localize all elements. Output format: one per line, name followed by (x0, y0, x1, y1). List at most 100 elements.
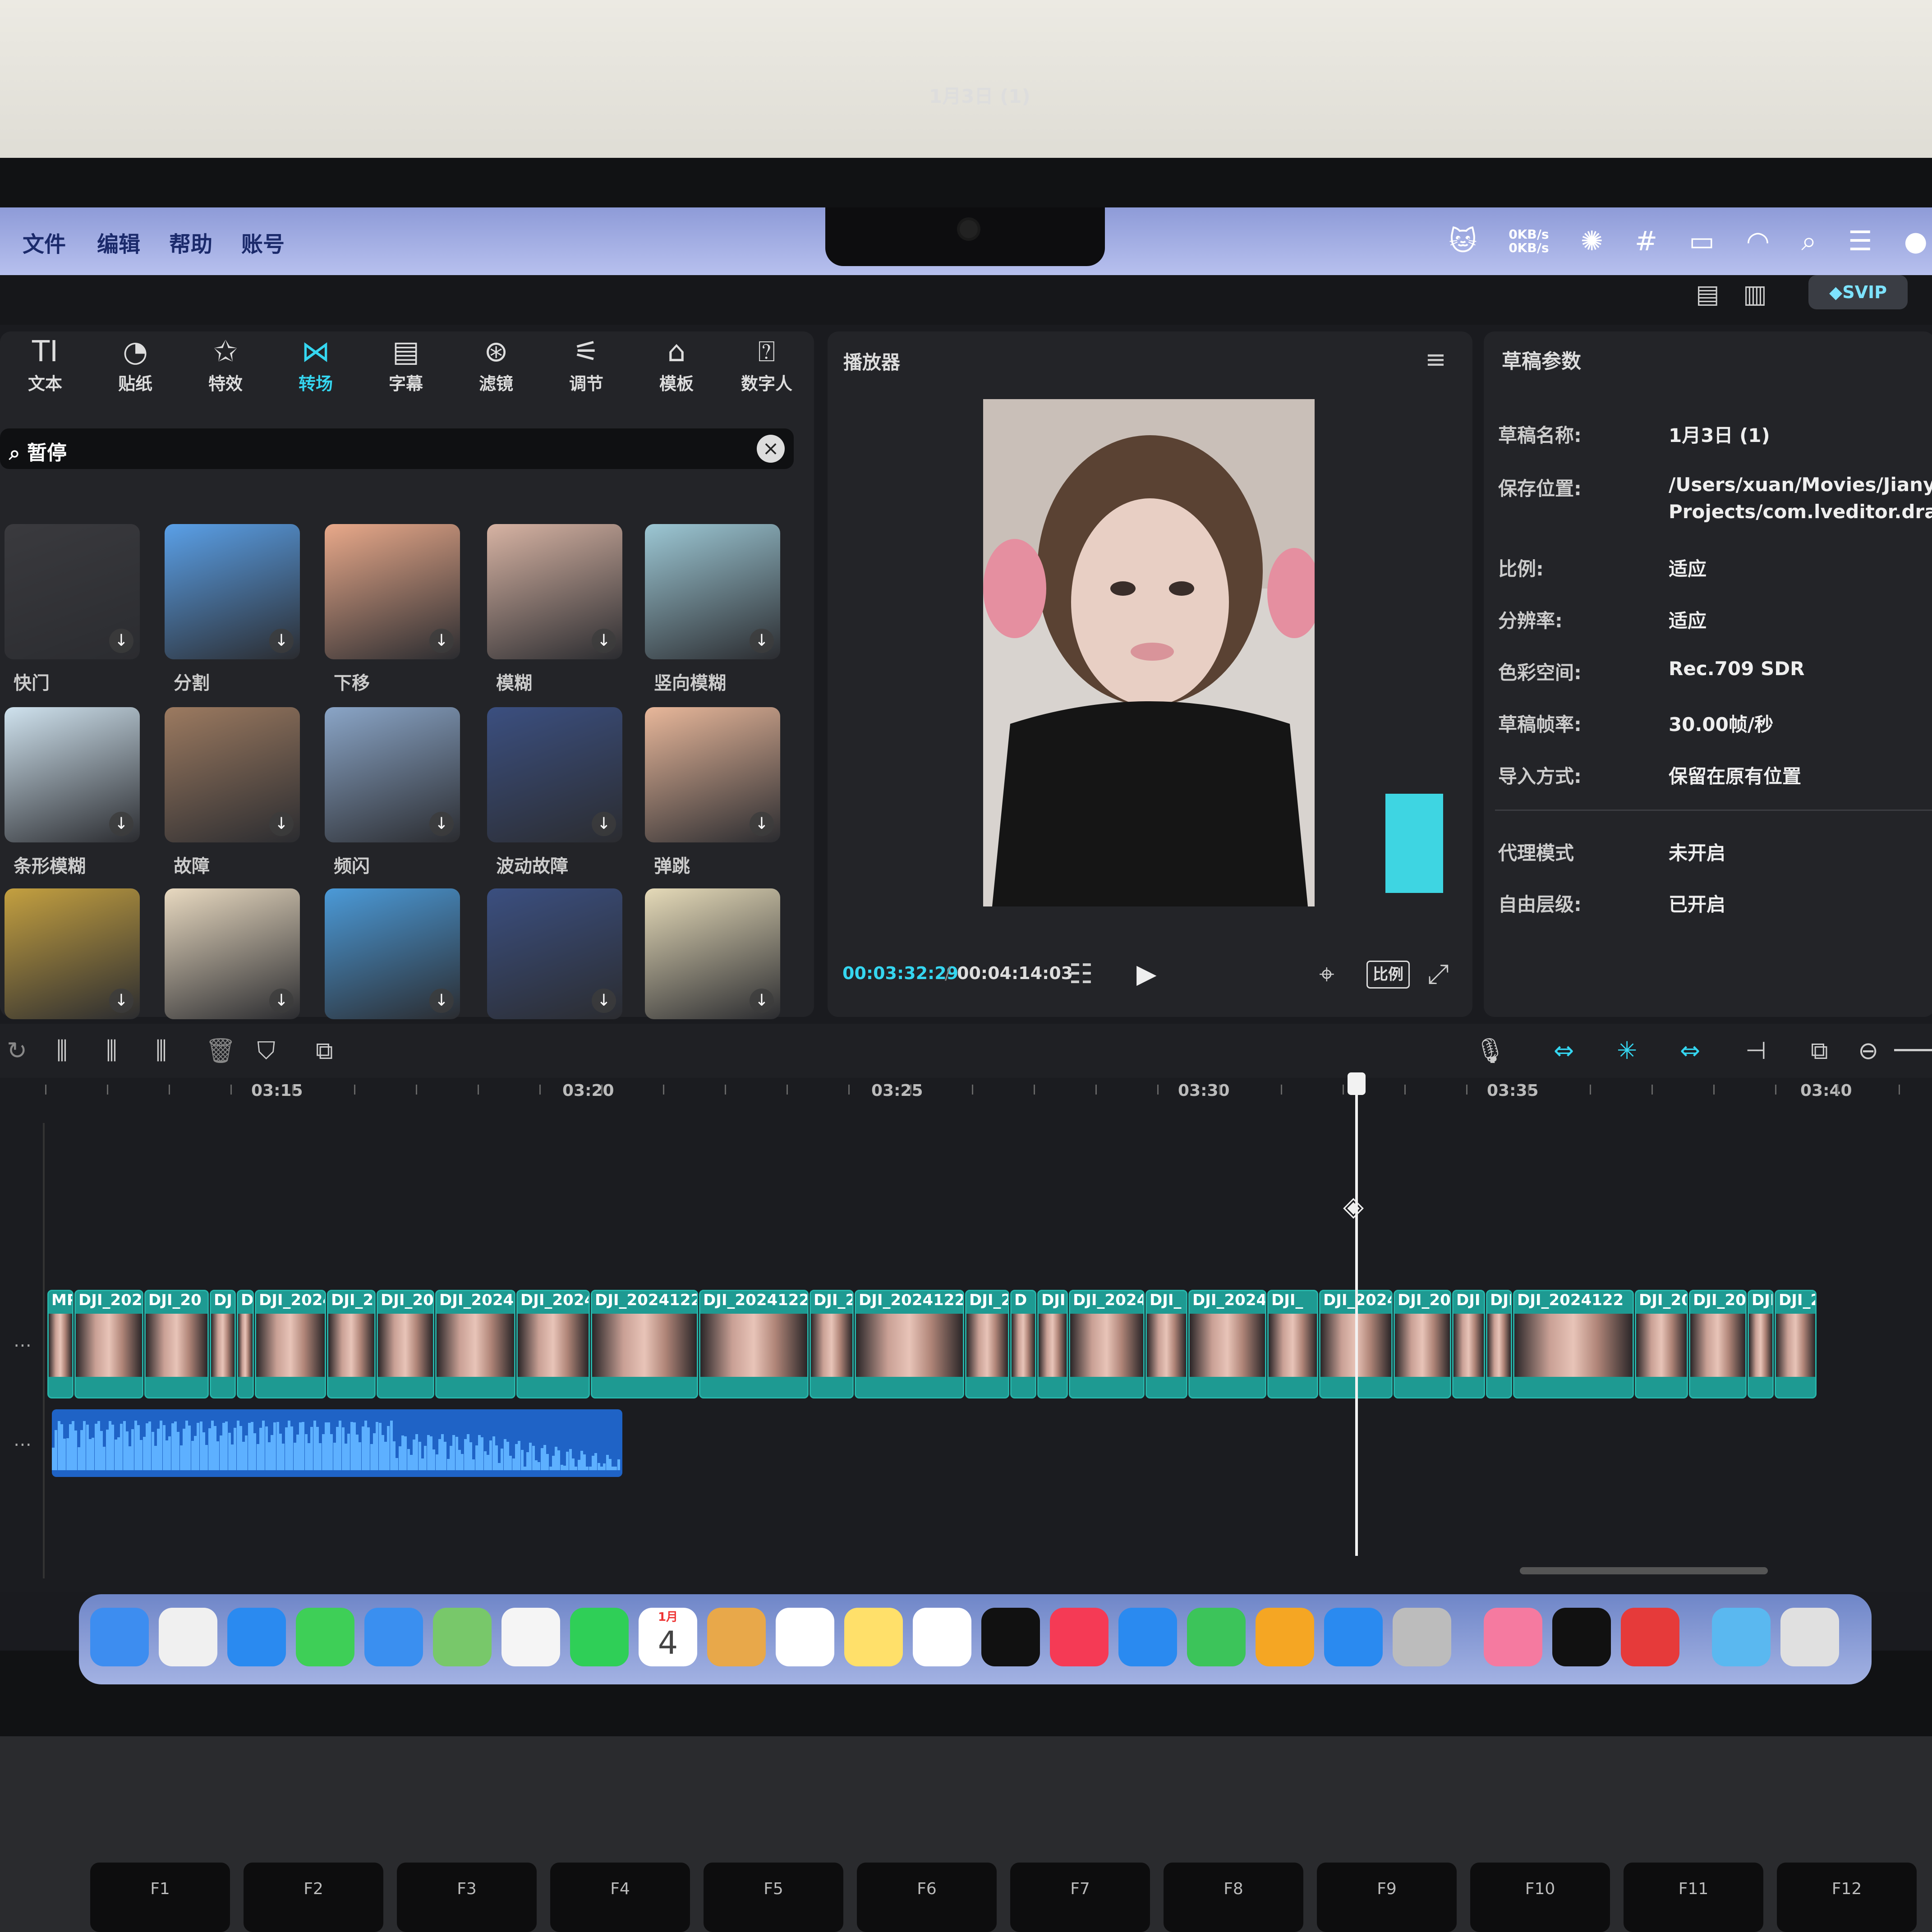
split-left-icon[interactable]: ⫼ (106, 1036, 117, 1065)
pages-icon[interactable] (1256, 1608, 1314, 1666)
video-clip[interactable]: MP (47, 1290, 74, 1398)
chatgpt-icon[interactable]: ✺ (1581, 225, 1603, 257)
play-icon[interactable]: ▶ (1136, 958, 1157, 989)
tab-adjust[interactable]: ⚟ 调节 (541, 334, 631, 415)
video-clip[interactable]: DJI_20 (377, 1290, 434, 1398)
function-key[interactable]: F12 (1777, 1863, 1917, 1932)
transition-thumb[interactable]: ↓ (325, 524, 460, 659)
video-clip[interactable]: DJI_ (1145, 1290, 1187, 1398)
appstore-icon[interactable] (1324, 1608, 1383, 1666)
tab-subtitle[interactable]: ▤ 字幕 (361, 334, 451, 415)
function-key[interactable]: F11 (1624, 1863, 1763, 1932)
safari-icon[interactable] (227, 1608, 286, 1666)
video-clip[interactable]: DJI_20 (1689, 1290, 1747, 1398)
function-key[interactable]: F9 (1317, 1863, 1457, 1932)
trash-icon[interactable] (1780, 1608, 1839, 1666)
siri-icon[interactable]: ● (1904, 225, 1927, 257)
function-key[interactable]: F1 (90, 1863, 230, 1932)
video-clip[interactable]: DJI (1037, 1290, 1068, 1398)
video-clip[interactable]: DJI_2 (810, 1290, 854, 1398)
link-icon[interactable]: ⇔ (1680, 1036, 1700, 1065)
transition-thumb[interactable]: ↓ (165, 524, 300, 659)
tab-transition[interactable]: ⋈ 转场 (271, 334, 361, 415)
video-clip[interactable]: DJI_20241225 (855, 1290, 964, 1398)
download-icon[interactable]: ↓ (429, 989, 454, 1013)
cat-icon[interactable]: 🐱 (1449, 225, 1477, 257)
layout-icon[interactable]: ▤ (1696, 280, 1720, 309)
download-icon[interactable]: ↓ (750, 812, 774, 836)
function-key[interactable]: F3 (397, 1863, 537, 1932)
function-key[interactable]: F8 (1164, 1863, 1303, 1932)
transition-thumb[interactable]: ↓ (487, 707, 622, 842)
search-bar[interactable]: ⌕ 暂停 × (0, 428, 794, 469)
video-clip[interactable]: DJI (1748, 1290, 1774, 1398)
preview-axis-icon[interactable]: ⊣ (1745, 1036, 1766, 1065)
search-input[interactable]: 暂停 (27, 442, 67, 465)
panel-layout-icon[interactable]: ▥ (1743, 280, 1767, 309)
fullscreen-icon[interactable]: ⤢ (1427, 958, 1449, 990)
function-key[interactable]: F6 (857, 1863, 997, 1932)
tab-sticker[interactable]: ◔ 贴纸 (90, 334, 180, 415)
audio-track-more-icon[interactable]: ⋯ (14, 1434, 32, 1455)
bilibili-icon[interactable] (1484, 1608, 1542, 1666)
timeline-scrollbar[interactable] (1520, 1567, 1768, 1574)
video-clip[interactable]: D (237, 1290, 254, 1398)
video-clip[interactable]: DJI_2024 (516, 1290, 590, 1398)
function-key[interactable]: F2 (244, 1863, 383, 1932)
video-clip[interactable]: DJI_2024 (255, 1290, 326, 1398)
transition-thumb[interactable]: ↓ (487, 524, 622, 659)
download-icon[interactable]: ↓ (269, 989, 294, 1013)
menu-account[interactable]: 账号 (241, 226, 285, 258)
netease-music-icon[interactable] (1621, 1608, 1679, 1666)
fit-screen-icon[interactable]: ⌖ (1319, 958, 1334, 990)
function-key[interactable]: F7 (1010, 1863, 1150, 1932)
video-clip[interactable]: DJI_2 (327, 1290, 376, 1398)
menu-help[interactable]: 帮助 (169, 226, 212, 258)
zoom-slider[interactable] (1894, 1049, 1932, 1051)
player-menu-icon[interactable]: ≡ (1425, 345, 1446, 374)
keyframe-diamond-icon[interactable]: ◈ (1343, 1191, 1364, 1222)
mail-icon[interactable] (364, 1608, 423, 1666)
video-clip[interactable]: DJI_2024122 (1513, 1290, 1634, 1398)
svip-badge[interactable]: ◆ SVIP (1808, 275, 1908, 309)
download-icon[interactable]: ↓ (429, 812, 454, 836)
download-icon[interactable]: ↓ (109, 989, 133, 1013)
download-icon[interactable]: ↓ (592, 629, 616, 653)
transition-thumb[interactable]: ↓ (5, 888, 140, 1019)
redo-icon[interactable]: ↻ (7, 1036, 27, 1065)
transition-thumb[interactable]: ↓ (645, 524, 780, 659)
hashtag-icon[interactable]: # (1635, 225, 1657, 257)
function-key[interactable]: F10 (1470, 1863, 1610, 1932)
video-clip[interactable]: DJI_20 (1394, 1290, 1451, 1398)
download-icon[interactable]: ↓ (269, 629, 294, 653)
menu-file[interactable]: 文件 (23, 226, 66, 258)
video-clip[interactable]: DJI_2024122 (591, 1290, 698, 1398)
function-key[interactable]: F4 (550, 1863, 690, 1932)
link-main-track-icon[interactable]: ⇔ (1554, 1036, 1574, 1065)
video-clip[interactable]: DJI (1452, 1290, 1485, 1398)
video-clip[interactable]: D (1010, 1290, 1036, 1398)
video-clip[interactable]: DJI_202 (74, 1290, 143, 1398)
video-clip[interactable]: DJI_2024 (1069, 1290, 1145, 1398)
screen-icon[interactable]: ⧉ (1811, 1036, 1828, 1065)
download-icon[interactable]: ↓ (109, 812, 133, 836)
transition-thumb[interactable]: ↓ (5, 524, 140, 659)
video-clip[interactable]: DJI_ (1267, 1290, 1318, 1398)
video-clip[interactable]: DJI (1486, 1290, 1512, 1398)
playhead[interactable] (1355, 1076, 1358, 1556)
grid-icon[interactable]: ☷ (1069, 958, 1093, 990)
calendar-icon[interactable]: 1月 4 (639, 1608, 697, 1666)
battery-icon[interactable]: ▭ (1689, 225, 1715, 257)
video-clip[interactable]: DJ (210, 1290, 236, 1398)
music-icon[interactable] (1050, 1608, 1109, 1666)
appletv-icon[interactable] (981, 1608, 1040, 1666)
transition-thumb[interactable]: ↓ (325, 888, 460, 1019)
video-clip[interactable]: DJI_20 (1635, 1290, 1688, 1398)
crop-icon[interactable]: ⧉ (316, 1036, 333, 1065)
download-icon[interactable]: ↓ (429, 629, 454, 653)
transition-thumb[interactable]: ↓ (325, 707, 460, 842)
playhead-handle[interactable] (1348, 1072, 1366, 1095)
control-center-icon[interactable]: ☰ (1848, 225, 1872, 257)
transition-thumb[interactable]: ↓ (645, 888, 780, 1019)
download-icon[interactable]: ↓ (269, 812, 294, 836)
